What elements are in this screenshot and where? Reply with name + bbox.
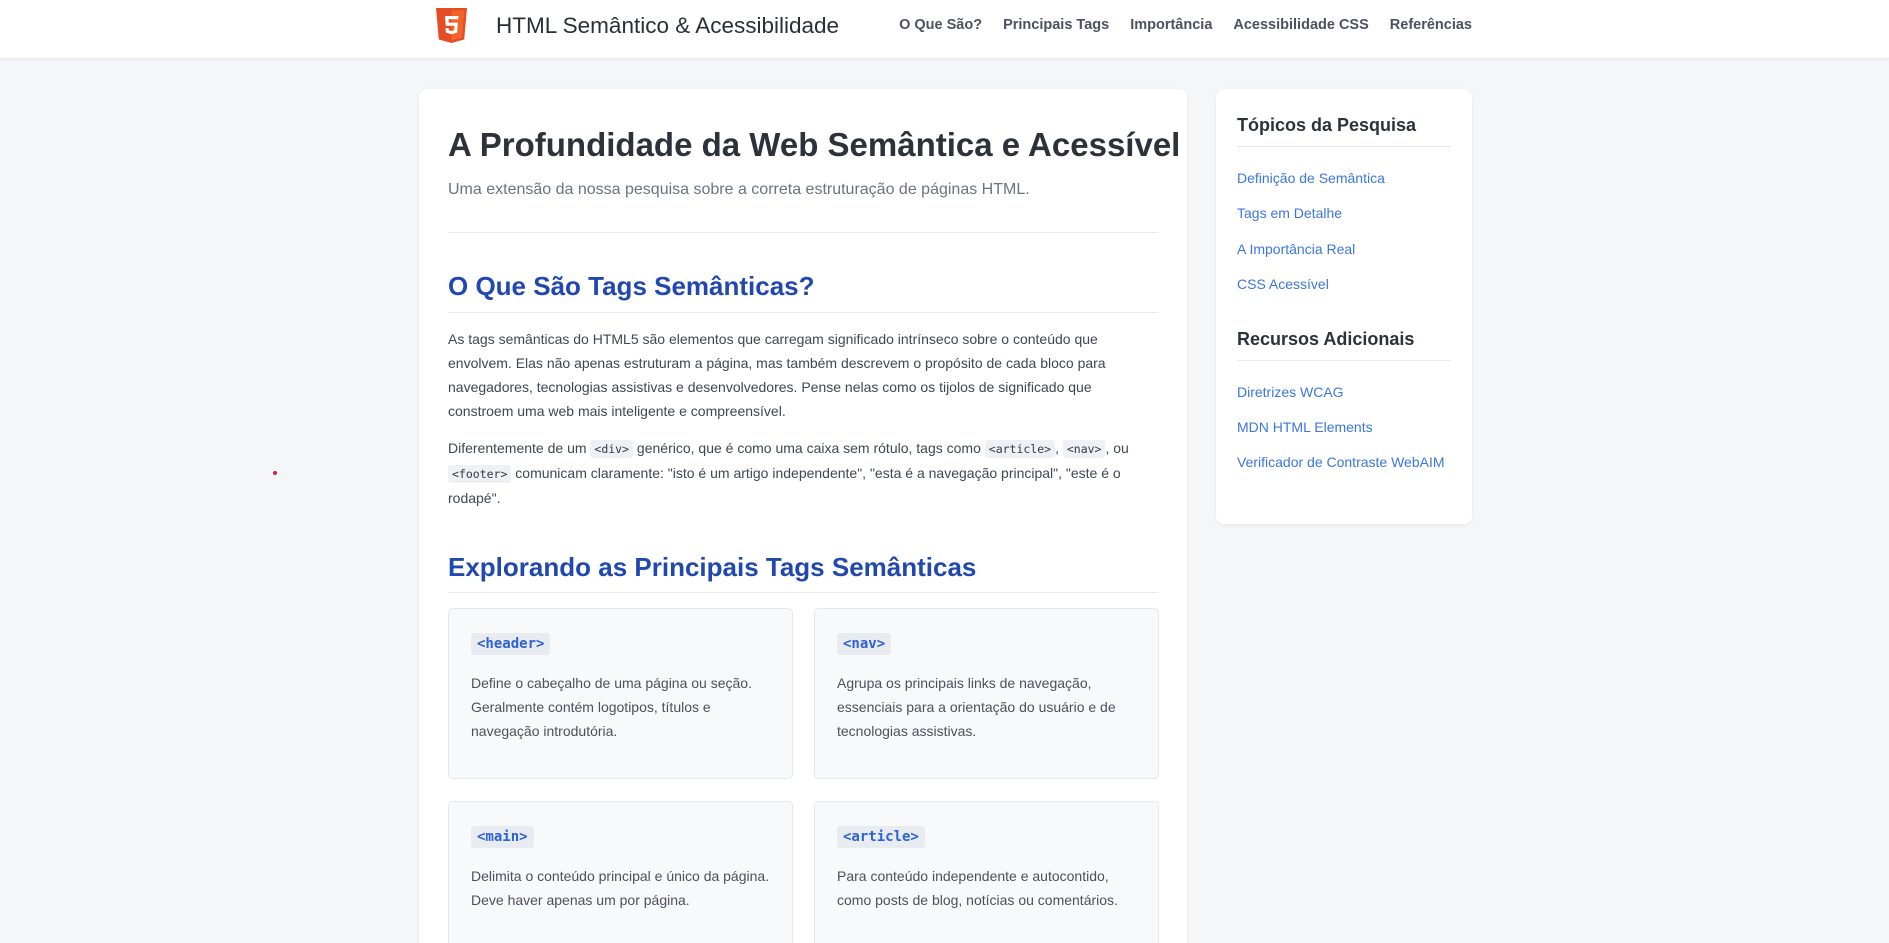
tag-description: Agrupa os principais links de navegação,… xyxy=(837,675,1116,739)
tag-card-header: <header> Define o cabeçalho de uma págin… xyxy=(448,608,793,779)
section-title-principais-tags: Explorando as Principais Tags Semânticas xyxy=(448,552,977,582)
nav-link-o-que-sao[interactable]: O Que São? xyxy=(899,17,982,33)
paragraph-text: genérico, que é como uma caixa sem rótul… xyxy=(633,440,985,456)
site-header: HTML Semântico & Acessibilidade O Que Sã… xyxy=(0,0,1889,59)
code-nav: <nav> xyxy=(1062,440,1106,458)
sidebar-link-css-acessivel[interactable]: CSS Acessível xyxy=(1237,276,1329,292)
tag-chip: <main> xyxy=(471,826,534,848)
tag-description: Para conteúdo independente e autocontido… xyxy=(837,868,1118,908)
page-subtitle: Uma extensão da nossa pesquisa sobre a c… xyxy=(448,181,1030,198)
sidebar-link-mdn[interactable]: MDN HTML Elements xyxy=(1237,419,1373,435)
tag-description: Define o cabeçalho de uma página ou seçã… xyxy=(471,675,752,739)
tag-card-main: <main> Delimita o conteúdo principal e ú… xyxy=(448,801,793,943)
nav-link-importancia[interactable]: Importância xyxy=(1130,17,1212,33)
sidebar-link-tags-detalhe[interactable]: Tags em Detalhe xyxy=(1237,205,1342,221)
section-title-o-que-sao: O Que São Tags Semânticas? xyxy=(448,271,815,301)
tag-chip: <nav> xyxy=(837,633,892,655)
paragraph-text: , ou xyxy=(1105,440,1129,456)
tag-chip: <header> xyxy=(471,633,551,655)
sidebar-heading-recursos: Recursos Adicionais xyxy=(1237,329,1415,349)
tag-card-nav: <nav> Agrupa os principais links de nave… xyxy=(814,608,1159,779)
intro-paragraph: As tags semânticas do HTML5 são elemento… xyxy=(448,331,1106,419)
paragraph-text: comunicam claramente: "isto é um artigo … xyxy=(448,465,1121,506)
sidebar-divider xyxy=(1237,360,1451,361)
cursor-dot xyxy=(273,471,277,475)
section-divider xyxy=(448,312,1158,313)
html5-icon[interactable] xyxy=(436,8,467,43)
sidebar-divider xyxy=(1237,146,1451,147)
sidebar: Tópicos da Pesquisa Definição de Semânti… xyxy=(1216,89,1472,524)
sidebar-link-webaim[interactable]: Verificador de Contraste WebAIM xyxy=(1237,454,1445,470)
nav-link-acessibilidade-css[interactable]: Acessibilidade CSS xyxy=(1233,17,1368,33)
paragraph-text: , xyxy=(1055,440,1063,456)
sidebar-link-definicao[interactable]: Definição de Semântica xyxy=(1237,170,1385,186)
comparison-paragraph: Diferentemente de um <div> genérico, que… xyxy=(448,436,1160,510)
nav-link-referencias[interactable]: Referências xyxy=(1390,17,1472,33)
code-div: <div> xyxy=(590,440,634,458)
main-nav: O Que São? Principais Tags Importância A… xyxy=(878,17,1472,33)
tag-description: Delimita o conteúdo principal e único da… xyxy=(471,868,770,908)
sidebar-heading-topicos: Tópicos da Pesquisa xyxy=(1237,115,1417,135)
paragraph-text: Diferentemente de um xyxy=(448,440,591,456)
divider xyxy=(448,232,1158,233)
code-footer: <footer> xyxy=(448,465,512,483)
sidebar-link-wcag[interactable]: Diretrizes WCAG xyxy=(1237,384,1344,400)
tag-card-article: <article> Para conteúdo independente e a… xyxy=(814,801,1159,943)
section-divider xyxy=(448,592,1158,593)
nav-link-principais-tags[interactable]: Principais Tags xyxy=(1003,17,1109,33)
tag-chip: <article> xyxy=(837,826,925,848)
sidebar-link-importancia[interactable]: A Importância Real xyxy=(1237,241,1355,257)
page-title: A Profundidade da Web Semântica e Acessí… xyxy=(448,126,1181,163)
code-article: <article> xyxy=(984,440,1056,458)
site-title[interactable]: HTML Semântico & Acessibilidade xyxy=(496,13,839,39)
main-content: A Profundidade da Web Semântica e Acessí… xyxy=(419,89,1187,943)
